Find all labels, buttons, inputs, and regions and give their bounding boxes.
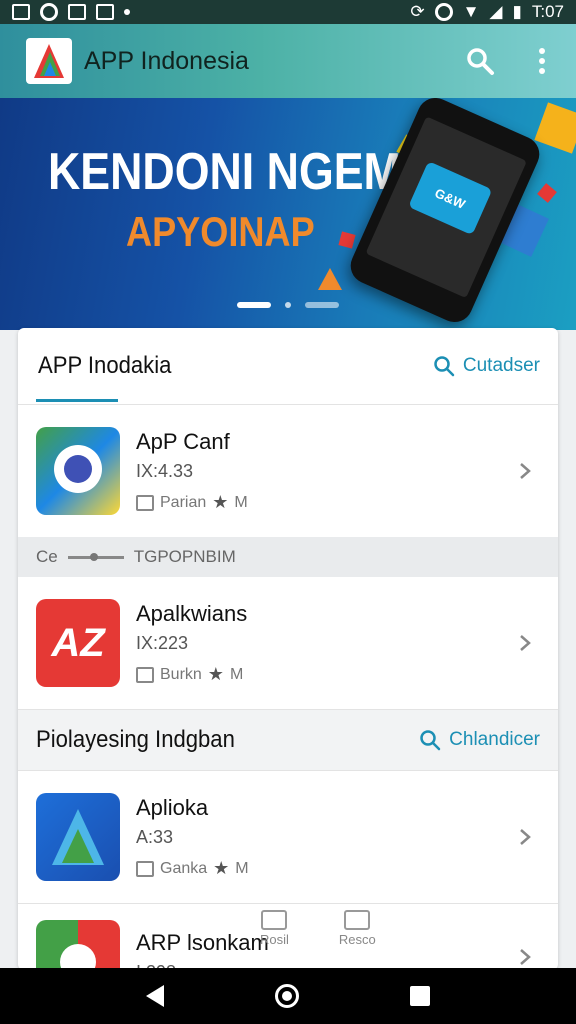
message-icon [68, 4, 86, 20]
list-icon [344, 910, 371, 930]
banner-subtitle: APYOINAP [126, 208, 315, 255]
bottom-tab[interactable]: Resco [339, 910, 376, 947]
section-title: Piolayesing Indgban [36, 726, 235, 753]
decor-square [537, 183, 557, 203]
app-rating: M [235, 859, 249, 877]
recents-icon[interactable] [410, 986, 431, 1006]
phone-card: G&W [408, 161, 493, 236]
search-icon [420, 730, 441, 751]
star-icon: ★ [213, 858, 230, 878]
decor-triangle [318, 268, 342, 290]
wifi-icon: ▼ [462, 2, 480, 21]
battery-icon: ▮ [512, 2, 522, 21]
subsection-divider: Ce TGPOPNBIM [18, 537, 558, 577]
app-bar: APP Indonesia [0, 24, 576, 98]
search-button[interactable] [464, 45, 496, 77]
section-action-button[interactable]: Cutadser [433, 355, 540, 377]
slider-icon [67, 552, 124, 561]
signal-icon: ◢ [489, 2, 503, 21]
section-action-button[interactable]: Chlandicer [419, 729, 540, 751]
subsection-label: TGPOPNBIM [133, 547, 236, 566]
app-rating: M [234, 493, 248, 511]
app-meta: IX:4.33 [136, 461, 194, 481]
promo-banner[interactable]: KENDONI NGEM APYOINAP G&W [0, 98, 576, 330]
app-list-item[interactable]: Aplioka A:33 Ganka ★ M [18, 771, 558, 903]
app-notification-icon [40, 3, 58, 21]
app-category: Parian [160, 493, 207, 511]
category-icon [136, 494, 154, 511]
chevron-right-icon[interactable] [512, 944, 538, 970]
app-rating: M [229, 665, 244, 683]
section-action-label: Chlandicer [449, 729, 540, 750]
app-icon [36, 793, 120, 881]
app-icon [36, 427, 120, 515]
subsection-left-label: Ce [36, 547, 58, 566]
star-icon: ★ [212, 492, 229, 512]
more-notifications-icon [124, 9, 130, 15]
bottom-tab-label: Rosil [260, 932, 289, 947]
status-time: T:07 [531, 2, 564, 21]
section-header: APP Inodakia Cutadser [18, 328, 558, 404]
app-title: APP Indonesia [84, 46, 249, 75]
back-icon[interactable] [145, 985, 164, 1007]
more-vert-icon [539, 48, 545, 74]
app-category: Ganka [160, 859, 208, 877]
section-title: APP Inodakia [38, 352, 172, 379]
alarm-icon [434, 3, 453, 21]
category-icon [136, 860, 154, 877]
section-header: Piolayesing Indgban Chlandicer [18, 709, 558, 771]
carousel-dot[interactable] [305, 302, 339, 308]
app-logo [26, 38, 72, 84]
sync-icon: ⟳ [410, 2, 425, 21]
banner-title: KENDONI NGEM [48, 143, 401, 201]
category-icon [136, 666, 154, 683]
app-meta: A:33 [136, 827, 174, 847]
app-name: Aplioka [136, 795, 209, 820]
search-icon [434, 356, 455, 377]
star-icon: ★ [207, 664, 224, 684]
decor-square [338, 231, 356, 249]
content-card: APP Inodakia Cutadser ApP Canf IX:4.33 P… [18, 328, 558, 970]
app-icon: AZ [36, 599, 120, 687]
home-icon[interactable] [274, 984, 299, 1008]
carousel-dot-active[interactable] [237, 302, 271, 308]
decor-square [534, 102, 576, 154]
chevron-right-icon[interactable] [512, 824, 538, 850]
app-icon [36, 920, 120, 970]
system-nav-bar [0, 968, 576, 1024]
carousel-dot[interactable] [285, 302, 291, 308]
status-bar: ⟳ ▼ ◢ ▮ T:07 [0, 0, 576, 24]
tab-indicator [36, 399, 118, 402]
app-list-item[interactable]: ApP Canf IX:4.33 Parian ★ M [18, 405, 558, 537]
app-name: ApP Canf [136, 429, 230, 454]
tab-icon [261, 910, 288, 930]
section-action-label: Cutadser [462, 355, 540, 376]
bottom-tabs: Rosil Resco [260, 910, 376, 947]
carousel-indicator [0, 302, 576, 308]
gallery-icon [12, 4, 30, 20]
app-category: Burkn [160, 665, 202, 683]
chevron-right-icon[interactable] [512, 458, 538, 484]
app-meta: IX:223 [136, 633, 189, 653]
bottom-tab[interactable]: Rosil [260, 910, 289, 947]
app-name: Apalkwians [136, 601, 248, 626]
app-list-item[interactable]: AZ Apalkwians IX:223 Burkn ★ M [18, 577, 558, 709]
email-icon [96, 4, 114, 20]
search-icon [467, 48, 494, 75]
overflow-menu-button[interactable] [526, 45, 558, 77]
chevron-right-icon[interactable] [512, 630, 538, 656]
bottom-tab-label: Resco [338, 932, 376, 947]
